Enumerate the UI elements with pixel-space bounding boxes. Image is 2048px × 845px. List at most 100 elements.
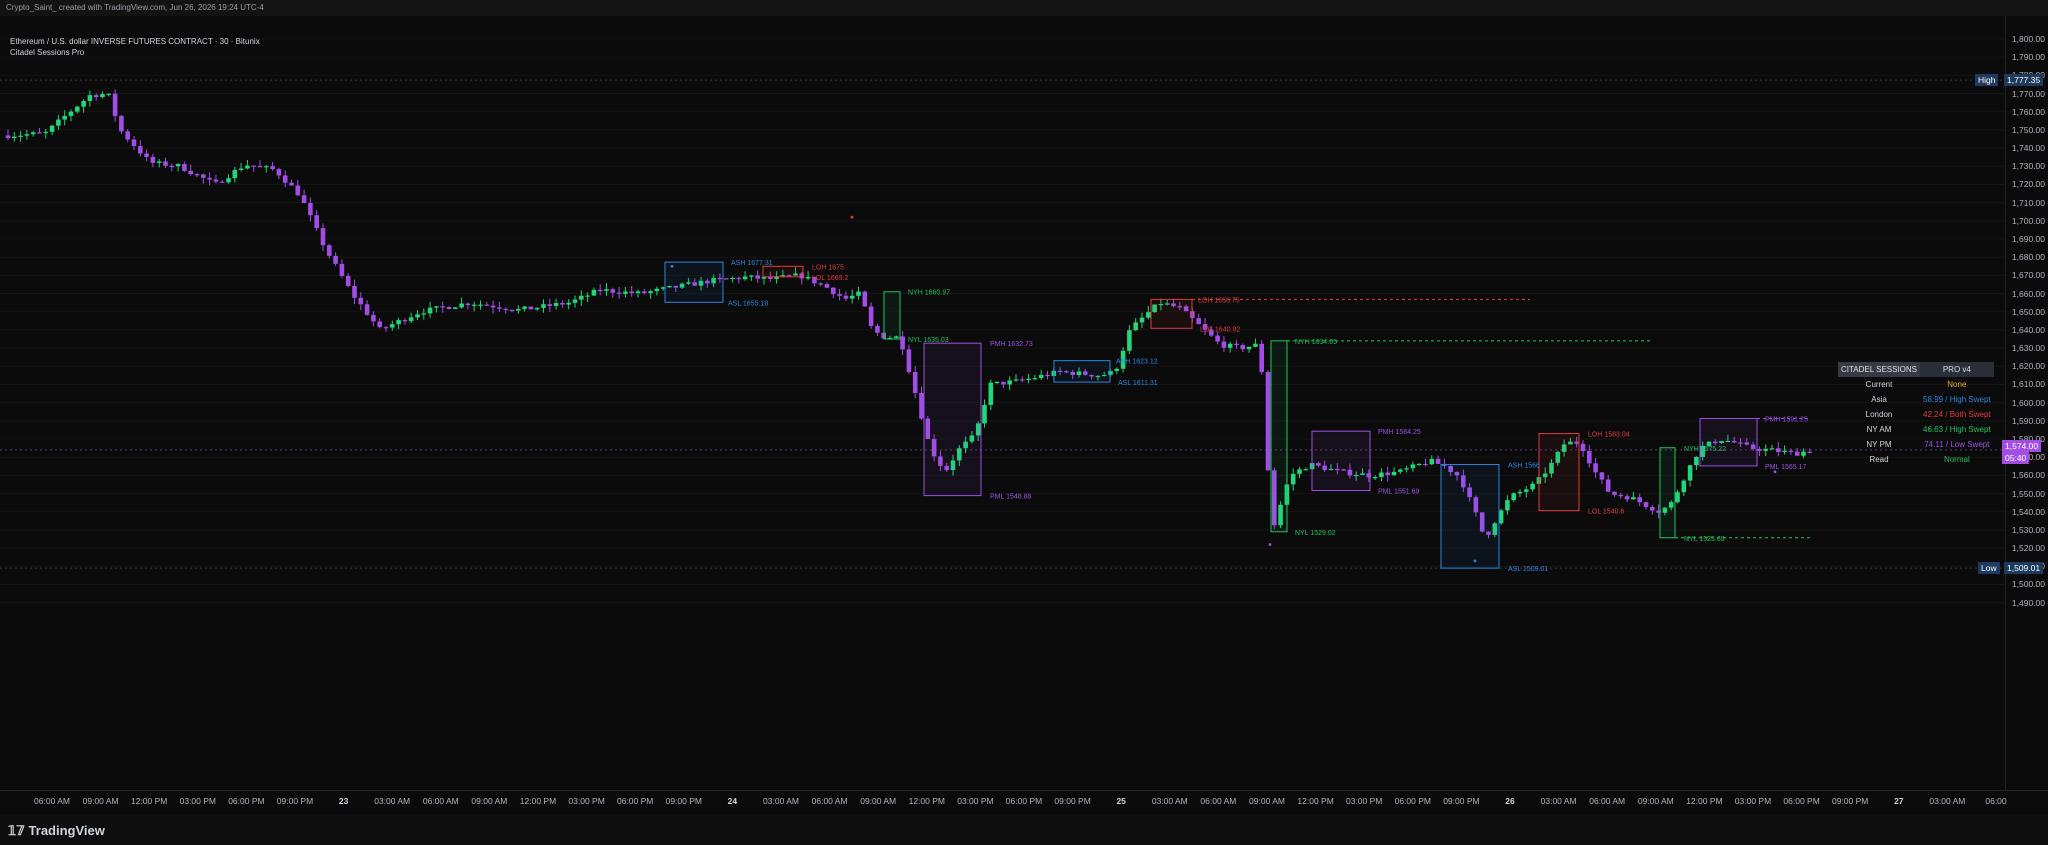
candle-body [295,185,301,196]
candle-body [1227,343,1233,348]
candle-body [1020,379,1025,381]
candle-body [516,308,521,311]
session-level-label: PML 1551.69 [1378,488,1419,495]
time-tick: 25 [1116,796,1126,806]
time-tick: 09:00 AM [1637,796,1674,806]
candle-body [604,289,609,291]
candle-body [68,111,74,116]
candle-body [282,175,288,183]
session-box-ny-am [883,291,901,340]
candle-body [257,166,263,168]
session-level-label: ASL 1509.01 [1508,566,1548,573]
candle-body [1379,472,1384,478]
candle-body [175,163,181,167]
time-tick: 09:00 PM [276,796,314,806]
candle-body [1404,468,1409,470]
candle-body [509,309,515,312]
candle-body [1694,456,1699,466]
time-tick: 09:00 AM [1249,796,1285,806]
candle-body [251,165,256,167]
candle-body [213,179,219,182]
candle-body [1776,448,1781,452]
candle-body [119,115,124,132]
candle-body [730,277,735,280]
candle-body [18,135,23,137]
time-tick: 09:00 AM [471,796,508,806]
candle-body [654,288,660,292]
candle-body [1605,479,1611,492]
candle-body [314,215,319,229]
candle-body [352,285,357,298]
candle-body [900,336,905,350]
candle-body [339,263,345,276]
candle-body [289,182,294,186]
candle-body [459,303,464,308]
candle-body [169,165,175,168]
indicator-name[interactable]: Citadel Sessions Pro [10,47,260,58]
chart-area[interactable]: ASH 1677.31 ASL 1655.18 LOH 1675 LOL 1669.2… [0,16,2005,806]
candle-body [434,306,439,308]
candle-body [1127,330,1132,351]
sessions-row-label: Current [1865,380,1893,389]
candle-body [849,295,855,299]
candle-body [93,95,99,98]
time-tick: 06:00 [1985,796,2007,806]
candle-body [1769,448,1775,450]
price-tick: 1,530.00 [2011,524,2045,535]
candle-body [320,228,326,246]
time-tick: 06:00 PM [228,796,265,806]
candle-body [37,132,42,134]
time-tick: 23 [338,796,349,806]
session-level-label: PMH 1584.25 [1378,429,1421,436]
candle-body [1303,469,1309,471]
candle-body [906,349,912,373]
candle-body [1435,458,1441,464]
candle-body [150,156,156,163]
candle-body [497,307,502,309]
price-tick: 1,680.00 [2011,252,2045,263]
candle-body [528,306,534,310]
candle-body [390,324,395,328]
candle-body [12,136,17,139]
candle-body [478,304,483,306]
candle-body [503,308,508,311]
candle-body [245,165,250,169]
candle-body [1416,463,1422,466]
session-level-label: NYL 1529.02 [1295,530,1336,537]
candle-body [1297,469,1302,474]
candle-body [194,174,200,176]
session-level-label: NYL 1635.03 [908,337,949,344]
candle-body [875,325,880,333]
candle-body [377,321,382,328]
candle-body [591,289,597,296]
signal-marker [1773,470,1777,474]
tradingview-brand: TradingView [28,823,105,838]
time-tick: 06:00 AM [1589,796,1626,806]
price-tick: 1,690.00 [2011,234,2045,244]
candle-body [453,307,458,309]
time-axis[interactable]: 06:00 AM 09:00 AM 12:00 PM 03:00 PM 06:00 PM… [0,790,2048,811]
candle-body [1259,343,1264,373]
price-tick: 1,770.00 [2011,88,2045,99]
candle-body [1637,497,1642,503]
candle-body [616,292,622,294]
candle-body [1385,472,1390,476]
session-level-label: NYL 1525.69 [1684,536,1725,543]
session-box-ny-pm [1311,430,1371,491]
candle-body [131,139,137,147]
sessions-table-row: London 42.24 / Both Swept [1838,407,1994,422]
price-tick: 1,610.00 [2011,379,2045,390]
candle-body [238,168,244,170]
sessions-table-row: Current None [1838,377,1994,392]
candle-body [207,177,212,180]
price-axis[interactable]: 1,800.001,790.001,780.001,770.001,760.00… [2005,16,2048,806]
price-tick: 1,750.00 [2011,124,2045,135]
snapshot-header: Crypto_Saint_ created with TradingView.c… [0,0,2048,17]
price-tick: 1,800.00 [2011,34,2045,44]
price-chart[interactable]: ASH 1677.31 ASL 1655.18 LOH 1675 LOL 1669.2… [0,16,2005,790]
symbol-title[interactable]: Ethereum / U.S. dollar INVERSE FUTURES C… [10,36,260,47]
candle-body [579,295,584,300]
candle-body [125,131,130,140]
candle-body [585,295,590,297]
tradingview-logo[interactable]: 𝟙𝟟 TradingView [8,823,105,839]
